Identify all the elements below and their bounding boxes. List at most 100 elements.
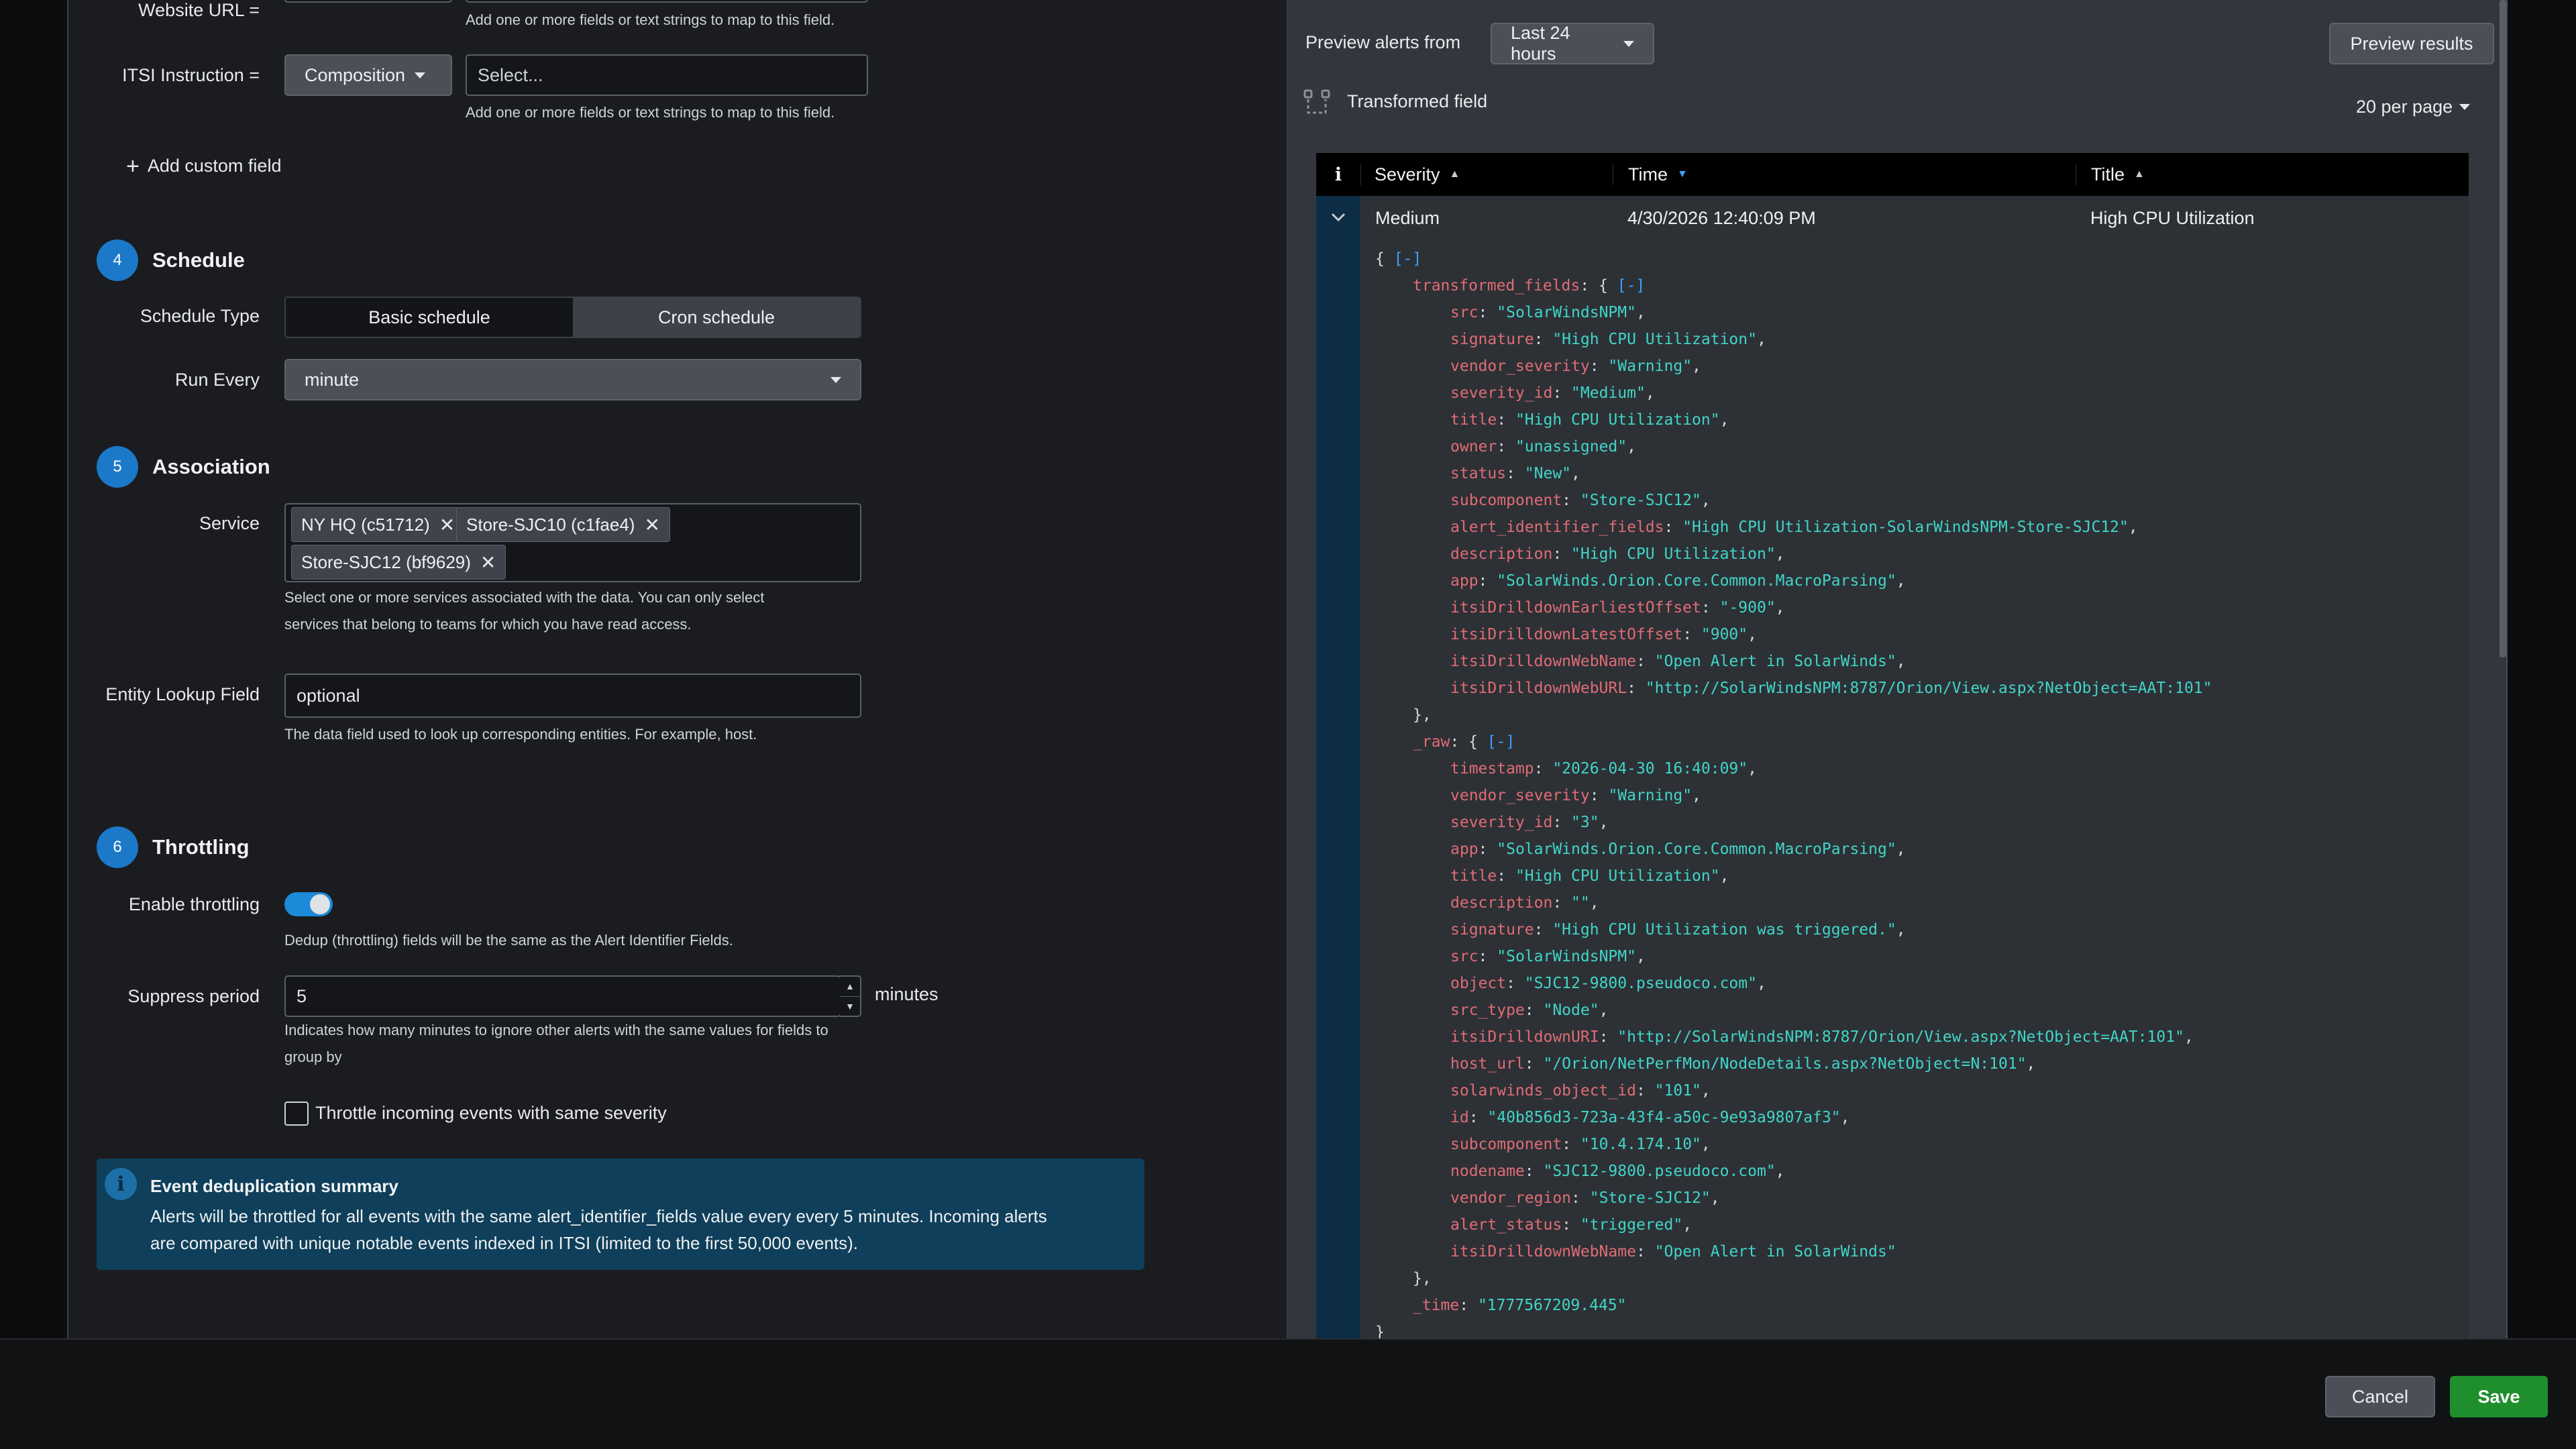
json-collapse-toggle[interactable]: [-] — [1617, 277, 1646, 294]
json-value: "Open Alert in SolarWinds" — [1654, 1243, 1896, 1260]
json-value: "10.4.174.10" — [1580, 1136, 1701, 1153]
json-key: host_url — [1450, 1055, 1525, 1073]
service-tag-label: Store-SJC12 (bf9629) — [301, 551, 471, 572]
json-value: "/Orion/NetPerfMon/NodeDetails.aspx?NetO… — [1543, 1055, 2027, 1073]
run-every-dropdown[interactable]: minute — [284, 359, 861, 400]
suppress-period-input[interactable]: 5 — [284, 975, 841, 1017]
json-punctuation: , — [1627, 438, 1636, 455]
title-column-header[interactable]: Title ▲ — [2076, 164, 2469, 185]
remove-tag-icon[interactable]: ✕ — [644, 514, 659, 536]
json-brace: }, — [1413, 1270, 1432, 1287]
row-severity: Medium — [1375, 207, 1440, 228]
json-key: status — [1450, 465, 1507, 482]
scrollbar-thumb[interactable] — [2500, 0, 2506, 657]
json-line: subcomponent: "Store-SJC12", — [1375, 487, 2462, 514]
json-key: signature — [1450, 921, 1534, 938]
service-multiselect[interactable]: NY HQ (c51712) ✕ Store-SJC10 (c1fae4) ✕ … — [284, 503, 861, 582]
time-column-header[interactable]: Time ▼ — [1613, 164, 2076, 185]
table-row[interactable]: Medium 4/30/2026 12:40:09 PM High CPU Ut… — [1360, 196, 2469, 240]
json-key: description — [1450, 545, 1553, 563]
chevron-down-icon — [415, 72, 426, 78]
json-key: nodename — [1450, 1163, 1525, 1180]
json-punctuation: : — [1635, 1082, 1655, 1099]
json-punctuation: : — [1506, 975, 1525, 992]
json-punctuation: : — [1506, 465, 1525, 482]
json-punctuation: , — [1682, 1216, 1693, 1234]
cron-schedule-option[interactable]: Cron schedule — [573, 298, 860, 337]
json-key: app — [1450, 572, 1479, 590]
json-line: vendor_severity: "Warning", — [1375, 782, 2462, 809]
service-tag-label: Store-SJC10 (c1fae4) — [466, 514, 635, 535]
time-range-dropdown[interactable]: Last 24 hours — [1491, 23, 1654, 64]
increment-icon[interactable]: ▲ — [840, 977, 860, 997]
itsi-instruction-type-value: Composition — [305, 64, 406, 85]
json-collapse-toggle[interactable]: [-] — [1394, 250, 1422, 268]
decrement-icon[interactable]: ▼ — [840, 997, 860, 1016]
throttle-severity-label: Throttle incoming events with same sever… — [315, 1103, 667, 1123]
per-page-dropdown[interactable]: 20 per page — [2356, 97, 2471, 117]
json-key: timestamp — [1450, 760, 1534, 777]
json-value: "New" — [1524, 465, 1572, 482]
json-punctuation: , — [1896, 921, 1906, 938]
section-title-schedule: Schedule — [152, 248, 245, 272]
itsi-instruction-select[interactable]: Select... — [466, 54, 868, 96]
json-punctuation: , — [1701, 1082, 1711, 1099]
enable-throttling-help: Dedup (throttling) fields will be the sa… — [284, 932, 733, 949]
json-value: "unassigned" — [1515, 438, 1627, 455]
json-punctuation: , — [1896, 572, 1906, 590]
website-url-input[interactable] — [466, 0, 868, 3]
json-key: alert_status — [1450, 1216, 1562, 1234]
json-value: "-900" — [1719, 599, 1776, 616]
json-value: "101" — [1654, 1082, 1701, 1099]
json-punctuation: : — [1552, 545, 1572, 563]
json-line: severity_id: "Medium", — [1375, 380, 2462, 407]
json-punctuation: , — [1748, 626, 1757, 643]
json-line: _raw: { [-] — [1375, 729, 2462, 755]
preview-results-label: Preview results — [2350, 33, 2473, 54]
suppress-period-help-line-2: group by — [284, 1049, 342, 1065]
severity-column-header[interactable]: Severity ▲ — [1360, 164, 1613, 185]
suppress-period-unit: minutes — [875, 984, 938, 1004]
preview-results-button[interactable]: Preview results — [2329, 23, 2494, 64]
add-custom-field-link[interactable]: + Add custom field — [126, 155, 281, 178]
json-line: src: "SolarWindsNPM", — [1375, 299, 2462, 326]
json-value: "Node" — [1543, 1002, 1599, 1019]
json-brace: }, — [1413, 706, 1432, 724]
suppress-period-stepper[interactable]: ▲ ▼ — [840, 975, 861, 1017]
json-line: transformed_fields: { [-] — [1375, 272, 2462, 299]
per-page-value: 20 per page — [2356, 97, 2453, 117]
run-every-label: Run Every — [174, 370, 260, 390]
remove-tag-icon[interactable]: ✕ — [439, 514, 455, 536]
transform-icon — [1303, 89, 1331, 117]
entity-lookup-input[interactable]: optional — [284, 674, 861, 718]
json-collapse-toggle[interactable]: [-] — [1487, 733, 1515, 751]
json-punctuation: , — [1896, 653, 1906, 670]
json-value: "http://SolarWindsNPM:8787/Orion/View.as… — [1645, 680, 2212, 697]
json-key: description — [1450, 894, 1553, 912]
collapse-row-icon[interactable] — [1316, 203, 1360, 232]
service-tag-label: NY HQ (c51712) — [301, 514, 430, 535]
json-line: timestamp: "2026-04-30 16:40:09", — [1375, 755, 2462, 782]
json-punctuation: : — [1664, 519, 1683, 536]
throttle-severity-checkbox[interactable] — [284, 1102, 309, 1126]
json-punctuation: , — [1719, 411, 1729, 429]
json-punctuation: : — [1552, 384, 1572, 402]
info-icon: i — [105, 1168, 137, 1200]
json-value: "SolarWinds.Orion.Core.Common.MacroParsi… — [1497, 572, 1896, 590]
json-punctuation: , — [1840, 1109, 1850, 1126]
json-line: { [-] — [1375, 246, 2462, 272]
remove-tag-icon[interactable]: ✕ — [480, 551, 496, 574]
json-key: solarwinds_object_id — [1450, 1082, 1636, 1099]
json-punctuation: : — [1701, 599, 1720, 616]
website-url-dropdown[interactable] — [284, 0, 452, 3]
json-punctuation: , — [1599, 1002, 1609, 1019]
dedup-summary-line-1: Alerts will be throttled for all events … — [150, 1206, 1047, 1226]
json-key: itsiDrilldownURI — [1450, 1028, 1599, 1046]
basic-schedule-option[interactable]: Basic schedule — [286, 298, 573, 337]
json-key: vendor_severity — [1450, 787, 1590, 804]
cancel-button[interactable]: Cancel — [2325, 1376, 2435, 1417]
itsi-instruction-type-dropdown[interactable]: Composition — [284, 54, 452, 96]
enable-throttling-toggle[interactable] — [284, 892, 333, 916]
json-line: nodename: "SJC12-9800.pseudoco.com", — [1375, 1158, 2462, 1185]
save-button[interactable]: Save — [2450, 1376, 2548, 1417]
